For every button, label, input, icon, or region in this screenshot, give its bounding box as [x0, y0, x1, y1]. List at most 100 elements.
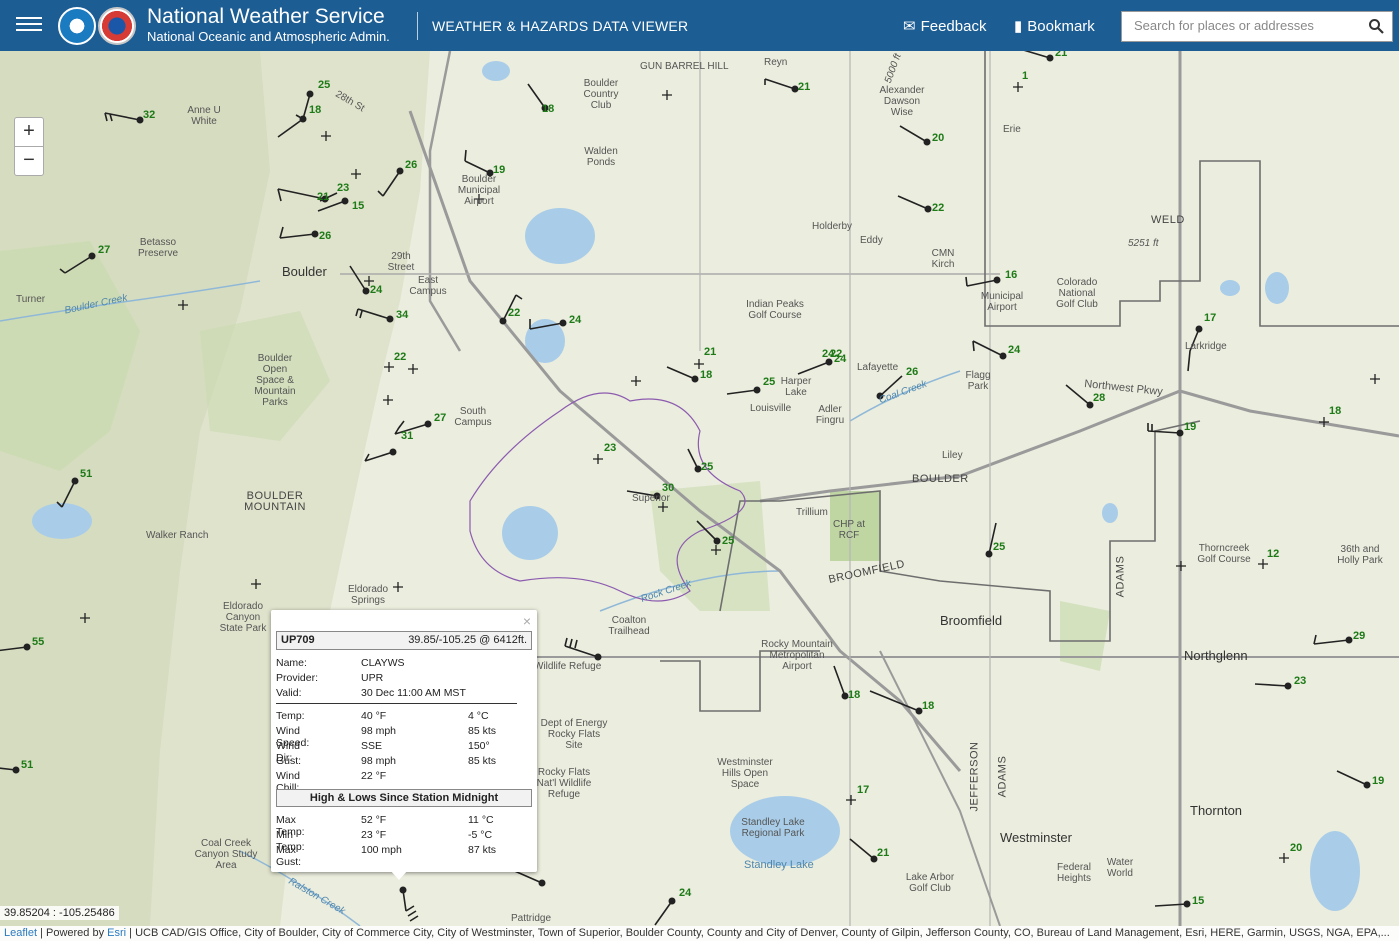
station-value[interactable]: 24 [679, 887, 691, 899]
info-label: Name: [276, 657, 307, 669]
leaflet-link[interactable]: Leaflet [4, 927, 37, 939]
place-label: 36th and Holly Park [1337, 544, 1383, 566]
station-value[interactable]: 15 [1192, 895, 1204, 907]
station-value[interactable]: 24 [569, 314, 581, 326]
station-value[interactable]: 21 [877, 847, 889, 859]
search-icon[interactable] [1368, 18, 1384, 34]
hamburger-menu-icon[interactable] [16, 13, 42, 37]
station-value[interactable]: 24 [1008, 344, 1020, 356]
zoom-in-button[interactable]: + [14, 117, 44, 147]
place-label: BOULDER MOUNTAIN [244, 490, 306, 513]
place-label: Pattridge [511, 913, 552, 924]
station-value[interactable]: 26 [906, 366, 918, 378]
station-value[interactable]: 27 [434, 412, 446, 424]
station-value[interactable]: 24 [370, 284, 382, 296]
station-value[interactable]: 21 [1055, 51, 1067, 59]
station-value[interactable]: 51 [80, 468, 92, 480]
station-value[interactable]: 29 [1353, 630, 1365, 642]
station-value[interactable]: 19 [1372, 775, 1384, 787]
station-value[interactable]: 19 [493, 164, 505, 176]
place-label: Westminster [1000, 830, 1072, 845]
station-value[interactable]: 21 [704, 346, 716, 358]
place-label: Harper Lake [780, 376, 812, 398]
info-value: 30 Dec 11:00 AM MST [361, 687, 466, 699]
zoom-out-button[interactable]: − [14, 146, 44, 176]
station-value[interactable]: 24 [822, 348, 834, 360]
station-value[interactable]: 18 [848, 689, 860, 701]
station-value[interactable]: 18 [1329, 405, 1341, 417]
place-label: Lake Arbor Golf Club [905, 872, 955, 894]
place-label: Coal Creek Canyon Study Area [194, 838, 258, 871]
place-label: Walker Ranch [146, 530, 209, 541]
station-value[interactable]: 24 [834, 353, 846, 365]
place-label: Standley Lake [744, 859, 814, 871]
station-value[interactable]: 23 [337, 182, 349, 194]
hilo-value: 52 °F [361, 814, 387, 826]
place-label: Eldorado Canyon State Park [219, 601, 267, 634]
station-value[interactable]: 18 [542, 103, 554, 115]
station-value[interactable]: 34 [396, 309, 408, 321]
station-value[interactable]: 20 [1290, 842, 1302, 854]
station-value[interactable]: 15 [352, 200, 364, 212]
place-label: Water World [1106, 857, 1134, 879]
station-value[interactable]: 19 [1184, 421, 1196, 433]
station-value[interactable]: 21 [317, 191, 329, 203]
station-value[interactable]: 25 [318, 79, 330, 91]
place-label: Liley [942, 450, 963, 461]
place-label: Alexander Dawson Wise [879, 85, 925, 118]
station-value[interactable]: 27 [98, 244, 110, 256]
station-value[interactable]: 22 [394, 351, 406, 363]
station-value[interactable]: 26 [405, 159, 417, 171]
app-title[interactable]: National Weather Service [147, 5, 385, 29]
bookmark-button[interactable]: ▮ Bookmark [1014, 17, 1095, 35]
station-value[interactable]: 20 [932, 132, 944, 144]
station-value[interactable]: 22 [932, 202, 944, 214]
attribution-bar: Leaflet | Powered by Esri | UCB CAD/GIS … [0, 926, 1399, 941]
noaa-logo[interactable] [58, 7, 96, 45]
place-label: Eddy [860, 235, 883, 246]
station-value[interactable]: 32 [143, 109, 155, 121]
station-value[interactable]: 18 [309, 104, 321, 116]
place-label: Broomfield [940, 613, 1003, 628]
station-value[interactable]: 18 [922, 700, 934, 712]
station-value[interactable]: 18 [700, 369, 712, 381]
place-label: Betasso Preserve [137, 237, 178, 259]
map-canvas[interactable]: GUN BARREL HILL Boulder Country Club Ann… [0, 51, 1399, 926]
place-label: Superior [632, 493, 670, 504]
station-value[interactable]: 17 [857, 784, 869, 796]
station-value[interactable]: 31 [401, 430, 413, 442]
feedback-button[interactable]: ✉ Feedback [903, 17, 986, 35]
search-input[interactable] [1122, 12, 1376, 39]
place-label: Boulder Country Club [583, 78, 619, 111]
station-value[interactable]: 12 [1267, 548, 1279, 560]
station-value[interactable]: 51 [21, 759, 33, 771]
close-icon[interactable]: × [523, 613, 531, 629]
bookmark-label: Bookmark [1027, 18, 1095, 35]
station-value[interactable]: 22 [508, 307, 520, 319]
station-value[interactable]: 25 [722, 535, 734, 547]
station-value[interactable]: 16 [1005, 269, 1017, 281]
divider [276, 703, 517, 704]
place-label: Standley Lake Regional Park [741, 817, 805, 839]
station-value[interactable]: 23 [1294, 675, 1306, 687]
station-value[interactable]: 30 [662, 482, 674, 494]
station-value[interactable]: 21 [798, 81, 810, 93]
place-label: Trillium [796, 507, 828, 518]
station-value[interactable]: 55 [32, 636, 44, 648]
nws-logo[interactable] [98, 7, 136, 45]
station-value[interactable]: 28 [1093, 392, 1105, 404]
station-value[interactable]: 1 [1022, 70, 1028, 82]
station-value[interactable]: 25 [701, 461, 713, 473]
station-value[interactable]: 25 [993, 541, 1005, 553]
station-value[interactable]: 23 [604, 442, 616, 454]
obs-value: SSE [361, 740, 383, 752]
place-label: 29th Street [387, 251, 415, 273]
hilo-value-alt: 11 °C [468, 814, 494, 826]
place-label: BOULDER [912, 473, 969, 485]
obs-value: 98 mph [361, 725, 397, 737]
station-value[interactable]: 26 [319, 230, 331, 242]
place-label: South Campus [454, 406, 492, 428]
esri-link[interactable]: Esri [107, 927, 126, 939]
station-value[interactable]: 25 [763, 376, 775, 388]
station-value[interactable]: 17 [1204, 312, 1216, 324]
